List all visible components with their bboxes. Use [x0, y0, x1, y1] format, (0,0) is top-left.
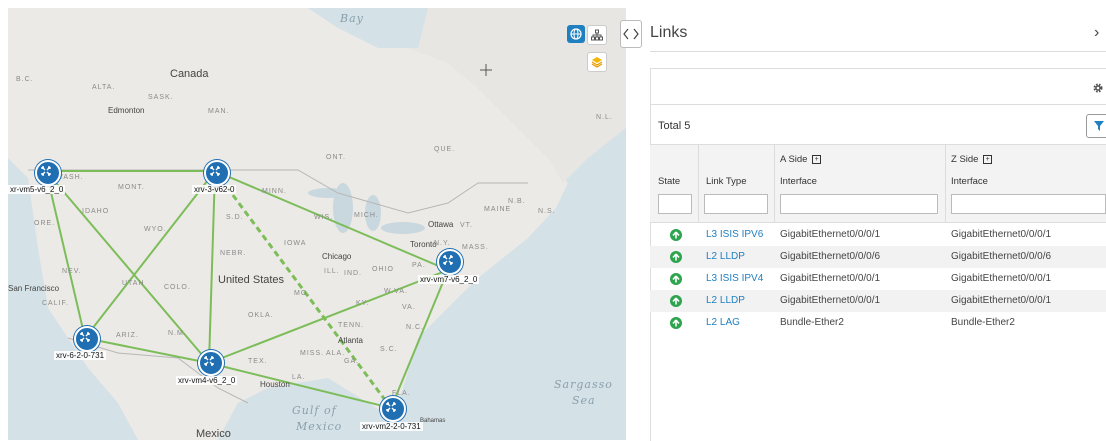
- router-node[interactable]: [198, 350, 224, 376]
- router-node-label: xrv-vm4-v6_2_0: [176, 376, 238, 385]
- divider: [650, 51, 1106, 52]
- globe-view-button[interactable]: [567, 25, 585, 43]
- links-panel: Links › Total 5 A Side + Z Side + State …: [648, 0, 1106, 441]
- collapse-toggle-button[interactable]: [620, 20, 642, 48]
- link-type-link[interactable]: L2 LAG: [706, 317, 740, 328]
- router-node[interactable]: [35, 160, 61, 186]
- state-up-icon: [670, 251, 682, 263]
- state-filter-input[interactable]: [658, 194, 692, 214]
- router-node-label: xrv-6-2-0-731: [54, 351, 107, 360]
- z-interface-cell: GigabitEthernet0/0/0/6: [951, 251, 1052, 262]
- gear-icon[interactable]: [1092, 82, 1104, 97]
- topology-view-button[interactable]: [587, 25, 607, 45]
- router-icon: [210, 166, 220, 176]
- filter-button[interactable]: [1086, 114, 1106, 138]
- layers-icon: [591, 57, 603, 68]
- state-up-icon: [670, 273, 682, 285]
- router-icon: [80, 332, 90, 342]
- router-node-label: xrv-vm2-2-0-731: [360, 422, 423, 431]
- router-node[interactable]: [380, 396, 406, 422]
- divider: [650, 222, 1106, 223]
- a-interface-cell: GigabitEthernet0/0/0/1: [780, 295, 881, 306]
- layers-button[interactable]: [587, 52, 607, 72]
- link-type-link[interactable]: L3 ISIS IPV4: [706, 273, 763, 284]
- table-row[interactable]: L2 LAG Bundle-Ether2 Bundle-Ether2: [650, 312, 1106, 334]
- column-divider: [774, 144, 775, 222]
- z-interface-cell: GigabitEthernet0/0/0/1: [951, 229, 1052, 240]
- filter-icon: [1094, 121, 1104, 131]
- a-interface-cell: GigabitEthernet0/0/0/1: [780, 229, 881, 240]
- topology-map[interactable]: Bay Canada B.C. ALTA. SASK. MAN. ONT. QU…: [8, 8, 626, 440]
- column-divider: [945, 144, 946, 222]
- table-row[interactable]: L3 ISIS IPV4 GigabitEthernet0/0/0/1 Giga…: [650, 268, 1106, 290]
- topology-icon: [591, 29, 603, 41]
- code-chevrons-icon: [623, 28, 639, 40]
- router-node[interactable]: [74, 326, 100, 352]
- link-type-link[interactable]: L2 LLDP: [706, 251, 745, 262]
- a-interface-filter-input[interactable]: [780, 194, 938, 214]
- z-interface-column-header[interactable]: Interface: [951, 176, 988, 187]
- link-type-filter-input[interactable]: [704, 194, 768, 214]
- z-interface-cell: Bundle-Ether2: [951, 317, 1015, 328]
- router-icon: [204, 356, 214, 366]
- expand-icon[interactable]: +: [983, 154, 993, 164]
- z-side-header[interactable]: Z Side +: [951, 154, 993, 165]
- router-node-label: xrv-3-v62-0: [192, 185, 237, 194]
- link-type-column-header[interactable]: Link Type: [706, 176, 747, 187]
- router-icon: [41, 166, 51, 176]
- divider: [650, 144, 1106, 145]
- panel-close-button[interactable]: ›: [1094, 24, 1099, 42]
- link-type-link[interactable]: L3 ISIS IPV6: [706, 229, 763, 240]
- a-side-header[interactable]: A Side +: [780, 154, 822, 165]
- a-interface-column-header[interactable]: Interface: [780, 176, 817, 187]
- z-interface-cell: GigabitEthernet0/0/0/1: [951, 273, 1052, 284]
- table-row[interactable]: L2 LLDP GigabitEthernet0/0/0/1 GigabitEt…: [650, 290, 1106, 312]
- table-row[interactable]: L2 LLDP GigabitEthernet0/0/0/6 GigabitEt…: [650, 246, 1106, 268]
- total-count: Total 5: [658, 120, 691, 132]
- panel-title: Links: [650, 24, 688, 41]
- a-interface-cell: GigabitEthernet0/0/0/1: [780, 273, 881, 284]
- state-up-icon: [670, 229, 682, 241]
- router-node[interactable]: [437, 249, 463, 275]
- table-row[interactable]: L3 ISIS IPV6 GigabitEthernet0/0/0/1 Giga…: [650, 224, 1106, 246]
- z-interface-cell: GigabitEthernet0/0/0/1: [951, 295, 1052, 306]
- router-node[interactable]: [204, 160, 230, 186]
- link-type-link[interactable]: L2 LLDP: [706, 295, 745, 306]
- router-node-label: xr-vm5-v6_2_0: [8, 185, 66, 194]
- a-interface-cell: Bundle-Ether2: [780, 317, 844, 328]
- map-background: [8, 8, 626, 440]
- globe-icon: [570, 28, 582, 40]
- z-interface-filter-input[interactable]: [951, 194, 1106, 214]
- state-up-icon: [670, 317, 682, 329]
- router-icon: [443, 255, 453, 265]
- router-icon: [386, 402, 396, 412]
- state-column-header[interactable]: State: [658, 176, 680, 187]
- a-interface-cell: GigabitEthernet0/0/0/6: [780, 251, 881, 262]
- a-side-label: A Side: [780, 154, 808, 165]
- expand-icon[interactable]: +: [812, 154, 822, 164]
- state-up-icon: [670, 295, 682, 307]
- z-side-label: Z Side: [951, 154, 979, 165]
- column-divider: [698, 144, 699, 222]
- divider: [650, 104, 1106, 105]
- router-node-label: xrv-vm7-v6_2_0: [418, 275, 480, 284]
